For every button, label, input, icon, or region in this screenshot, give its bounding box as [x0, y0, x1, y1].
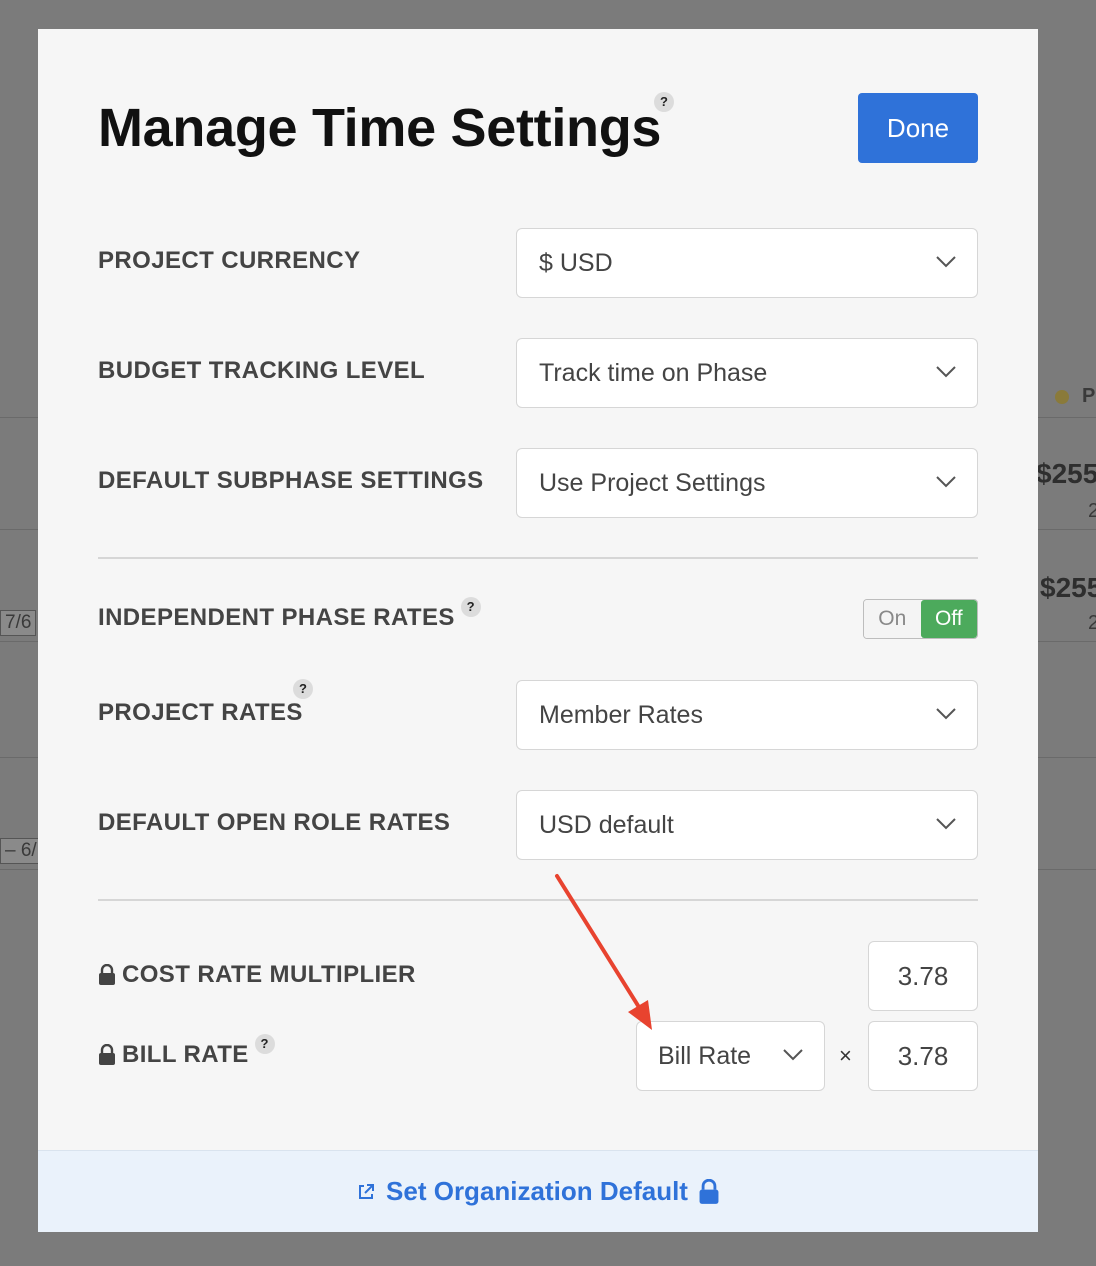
default-open-role-rates-value: USD default [539, 810, 674, 839]
modal-title: Manage Time Settings [98, 98, 662, 158]
project-currency-value: $ USD [539, 248, 613, 277]
project-rates-label: PROJECT RATES [98, 699, 303, 727]
set-organization-default-link[interactable]: Set Organization Default [38, 1150, 1038, 1232]
project-rates-help-icon[interactable]: ? [293, 679, 313, 699]
bg-subvalue: 2 [1088, 612, 1096, 634]
lock-icon [99, 1044, 115, 1065]
independent-phase-rates-label-text: INDEPENDENT PHASE RATES [98, 604, 455, 631]
cost-rate-multiplier-label-text: COST RATE MULTIPLIER [122, 961, 416, 988]
cost-rate-multiplier-label: COST RATE MULTIPLIER [98, 961, 416, 989]
chevron-down-icon [936, 366, 956, 378]
bill-rate-help-icon[interactable]: ? [254, 1034, 275, 1054]
budget-tracking-level-label-text: BUDGET TRACKING LEVEL [98, 357, 426, 384]
bg-subvalue: 2 [1088, 500, 1096, 522]
independent-phase-rates-label: INDEPENDENT PHASE RATES ? [98, 597, 481, 632]
set-organization-default-label: Set Organization Default [386, 1176, 688, 1206]
lock-icon [99, 964, 115, 985]
bill-rate-label-text: BILL RATE [122, 1041, 249, 1068]
project-rates-select[interactable]: Member Rates [516, 680, 978, 750]
default-open-role-rates-label-text: DEFAULT OPEN ROLE RATES [98, 809, 451, 836]
bill-rate-basis-select[interactable]: Bill Rate [636, 1021, 825, 1091]
multiply-operator: × [839, 1043, 852, 1068]
chevron-down-icon [936, 818, 956, 830]
budget-tracking-level-value: Track time on Phase [539, 358, 768, 387]
budget-tracking-level-label: BUDGET TRACKING LEVEL [98, 357, 425, 385]
independent-phase-rates-toggle[interactable]: On Off [863, 599, 978, 639]
default-open-role-rates-label: DEFAULT OPEN ROLE RATES [98, 809, 450, 837]
chevron-down-icon [783, 1049, 803, 1061]
bg-date-cell: 7/6 [0, 610, 37, 636]
project-currency-select[interactable]: $ USD [516, 228, 978, 298]
manage-time-settings-modal: Manage Time Settings ? Done PROJECT CURR… [38, 29, 1038, 1232]
bill-rate-label: BILL RATE ? [98, 1034, 275, 1069]
lock-icon [699, 1178, 719, 1204]
chevron-down-icon [936, 708, 956, 720]
independent-phase-rates-help-icon[interactable]: ? [460, 597, 481, 617]
default-subphase-settings-label-text: DEFAULT SUBPHASE SETTINGS [98, 467, 484, 494]
bill-rate-multiplier-input[interactable]: 3.78 [868, 1021, 978, 1091]
bill-rate-basis-value: Bill Rate [658, 1041, 752, 1070]
project-rates-value: Member Rates [539, 700, 703, 729]
default-open-role-rates-select[interactable]: USD default [516, 790, 978, 860]
section-divider [98, 899, 978, 901]
external-link-icon [359, 1183, 375, 1199]
bg-legend-dot [1055, 390, 1069, 404]
chevron-down-icon [936, 256, 956, 268]
default-subphase-settings-select[interactable]: Use Project Settings [516, 448, 978, 518]
section-divider [98, 557, 978, 559]
bg-legend-label: P [1082, 385, 1096, 407]
chevron-down-icon [936, 476, 956, 488]
toggle-on-option[interactable]: On [864, 600, 921, 638]
cost-rate-multiplier-input[interactable]: 3.78 [868, 941, 978, 1011]
title-help-icon[interactable]: ? [654, 92, 674, 112]
toggle-off-option[interactable]: Off [920, 600, 977, 638]
default-subphase-settings-value: Use Project Settings [539, 468, 766, 497]
project-rates-label-text: PROJECT RATES [98, 699, 303, 726]
project-currency-label: PROJECT CURRENCY [98, 247, 360, 275]
bg-amount: $255 [1040, 572, 1096, 603]
budget-tracking-level-select[interactable]: Track time on Phase [516, 338, 978, 408]
default-subphase-settings-label: DEFAULT SUBPHASE SETTINGS [98, 467, 484, 495]
bg-amount: $255 [1036, 458, 1096, 489]
done-button[interactable]: Done [858, 93, 978, 163]
bg-date-cell: – 6/ [0, 838, 42, 864]
project-currency-label-text: PROJECT CURRENCY [98, 247, 361, 274]
